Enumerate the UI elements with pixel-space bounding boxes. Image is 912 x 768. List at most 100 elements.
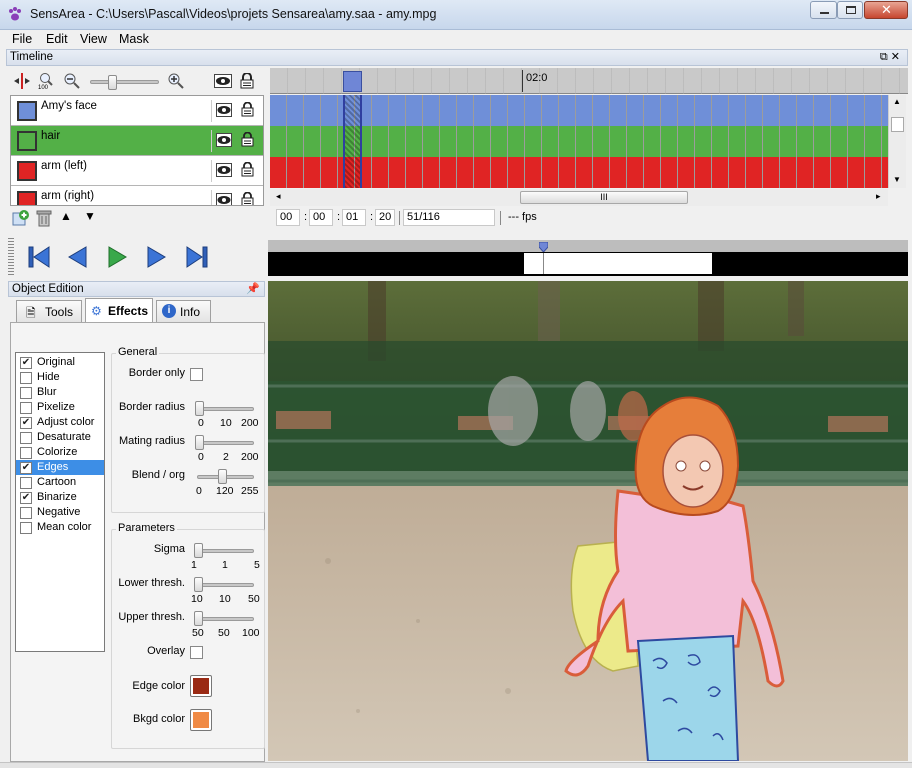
sigma-slider[interactable] bbox=[196, 549, 254, 553]
move-up-icon[interactable]: ▲ bbox=[60, 209, 72, 223]
dock-buttons[interactable]: ⧉✕ bbox=[880, 50, 903, 64]
eye-icon[interactable] bbox=[216, 103, 232, 117]
effect-item[interactable]: Hide bbox=[16, 370, 104, 385]
track-color-swatch[interactable] bbox=[17, 161, 37, 181]
scroll-up-icon[interactable]: ▲ bbox=[893, 97, 901, 106]
border-only-checkbox[interactable] bbox=[190, 368, 203, 381]
blend-slider-thumb[interactable] bbox=[217, 469, 227, 484]
border-radius-slider[interactable] bbox=[197, 407, 254, 411]
timeline-vertical-scrollbar[interactable]: ▲ ▼ bbox=[888, 95, 906, 188]
menu-file[interactable]: File bbox=[12, 32, 32, 46]
lower-thresh-slider[interactable] bbox=[196, 583, 254, 587]
effect-item[interactable]: ✔ Adjust color bbox=[16, 415, 104, 430]
effect-checkbox[interactable] bbox=[20, 507, 32, 519]
zoom-slider[interactable] bbox=[90, 80, 159, 84]
menu-edit[interactable]: Edit bbox=[46, 32, 68, 46]
lock-icon[interactable] bbox=[238, 72, 256, 90]
edge-color-button[interactable] bbox=[190, 675, 212, 697]
timecode-frames[interactable]: 20 bbox=[375, 209, 395, 226]
go-to-start-button[interactable] bbox=[22, 240, 56, 274]
upper-thresh-slider-thumb[interactable] bbox=[194, 611, 203, 626]
tab-info[interactable]: i Info bbox=[156, 300, 211, 322]
eye-icon[interactable] bbox=[216, 163, 232, 177]
scroll-thumb[interactable] bbox=[891, 117, 904, 132]
mating-radius-slider[interactable] bbox=[197, 441, 254, 445]
timeline-lane[interactable] bbox=[270, 126, 888, 157]
play-button[interactable] bbox=[100, 240, 134, 274]
minimize-button[interactable] bbox=[810, 1, 837, 19]
previous-frame-button[interactable] bbox=[60, 240, 94, 274]
timeline-ruler[interactable]: 02:0 bbox=[270, 68, 908, 94]
eye-icon[interactable] bbox=[216, 133, 232, 147]
track-row[interactable]: arm (right) bbox=[11, 186, 263, 206]
tab-tools[interactable]: 🗎 Tools bbox=[16, 300, 82, 322]
eye-icon[interactable] bbox=[216, 193, 232, 206]
scroll-right-icon[interactable]: ▸ bbox=[876, 191, 881, 202]
effect-checkbox[interactable]: ✔ bbox=[20, 417, 32, 429]
next-frame-button[interactable] bbox=[140, 240, 174, 274]
fit-width-icon[interactable] bbox=[13, 72, 31, 90]
sigma-slider-thumb[interactable] bbox=[194, 543, 203, 558]
timecode-seconds[interactable]: 01 bbox=[342, 209, 366, 226]
float-icon[interactable]: ⧉ bbox=[880, 51, 891, 63]
upper-thresh-slider[interactable] bbox=[196, 617, 254, 621]
zoom-100-icon[interactable]: 100 bbox=[37, 72, 55, 90]
eye-icon[interactable] bbox=[214, 72, 232, 90]
close-panel-icon[interactable]: ✕ bbox=[891, 51, 903, 63]
toolbar-grip[interactable] bbox=[8, 238, 14, 276]
effect-list[interactable]: ✔ Original Hide Blur Pixelize ✔ Adjust color De… bbox=[15, 352, 105, 652]
timecode-minutes[interactable]: 00 bbox=[309, 209, 333, 226]
timecode-hours[interactable]: 00 bbox=[276, 209, 300, 226]
timeline-grid[interactable] bbox=[270, 95, 888, 188]
effect-item[interactable]: ✔ Original bbox=[16, 355, 104, 370]
lock-icon[interactable] bbox=[241, 132, 254, 147]
zoom-in-icon[interactable] bbox=[167, 72, 185, 90]
track-row[interactable]: Amy's face bbox=[11, 96, 263, 126]
effect-item[interactable]: Desaturate bbox=[16, 430, 104, 445]
track-color-swatch[interactable] bbox=[17, 101, 37, 121]
effect-item[interactable]: Cartoon bbox=[16, 475, 104, 490]
track-color-swatch[interactable] bbox=[17, 131, 37, 151]
effect-item[interactable]: ✔ Edges bbox=[16, 460, 104, 475]
effect-checkbox[interactable] bbox=[20, 432, 32, 444]
zoom-slider-thumb[interactable] bbox=[108, 75, 117, 90]
maximize-button[interactable] bbox=[837, 1, 863, 19]
add-track-icon[interactable] bbox=[12, 209, 30, 227]
scroll-left-icon[interactable]: ◂ bbox=[276, 191, 281, 202]
menu-mask[interactable]: Mask bbox=[119, 32, 149, 46]
effect-checkbox[interactable] bbox=[20, 402, 32, 414]
effect-item[interactable]: Colorize bbox=[16, 445, 104, 460]
trash-icon[interactable] bbox=[36, 209, 52, 227]
effect-checkbox[interactable] bbox=[20, 477, 32, 489]
lower-thresh-slider-thumb[interactable] bbox=[194, 577, 203, 592]
effect-item[interactable]: Blur bbox=[16, 385, 104, 400]
zoom-out-icon[interactable] bbox=[63, 72, 81, 90]
seek-bar[interactable] bbox=[268, 240, 908, 276]
scroll-down-icon[interactable]: ▼ bbox=[893, 175, 901, 184]
effect-checkbox[interactable] bbox=[20, 372, 32, 384]
effect-checkbox[interactable]: ✔ bbox=[20, 357, 32, 369]
close-button[interactable]: ✕ bbox=[864, 1, 908, 19]
horizontal-scroll-thumb[interactable]: III bbox=[520, 191, 688, 204]
effect-checkbox[interactable]: ✔ bbox=[20, 492, 32, 504]
mating-radius-slider-thumb[interactable] bbox=[195, 435, 204, 450]
lock-icon[interactable] bbox=[241, 162, 254, 177]
track-row[interactable]: hair bbox=[11, 126, 263, 156]
effect-checkbox[interactable]: ✔ bbox=[20, 462, 32, 474]
effect-checkbox[interactable] bbox=[20, 447, 32, 459]
tab-effects[interactable]: ⚙ Effects bbox=[85, 298, 153, 322]
lock-icon[interactable] bbox=[241, 102, 254, 117]
pin-icon[interactable]: 📌 bbox=[246, 282, 260, 295]
move-down-icon[interactable]: ▼ bbox=[84, 209, 96, 223]
timeline-horizontal-scrollbar[interactable]: ◂ III ▸ bbox=[270, 189, 888, 206]
bkgd-color-button[interactable] bbox=[190, 709, 212, 731]
track-row[interactable]: arm (left) bbox=[11, 156, 263, 186]
menu-view[interactable]: View bbox=[80, 32, 107, 46]
go-to-end-button[interactable] bbox=[180, 240, 214, 274]
effect-item[interactable]: Mean color bbox=[16, 520, 104, 535]
effect-checkbox[interactable] bbox=[20, 387, 32, 399]
track-color-swatch[interactable] bbox=[17, 191, 37, 205]
effect-item[interactable]: Pixelize bbox=[16, 400, 104, 415]
lock-icon[interactable] bbox=[241, 192, 254, 206]
effect-item[interactable]: Negative bbox=[16, 505, 104, 520]
